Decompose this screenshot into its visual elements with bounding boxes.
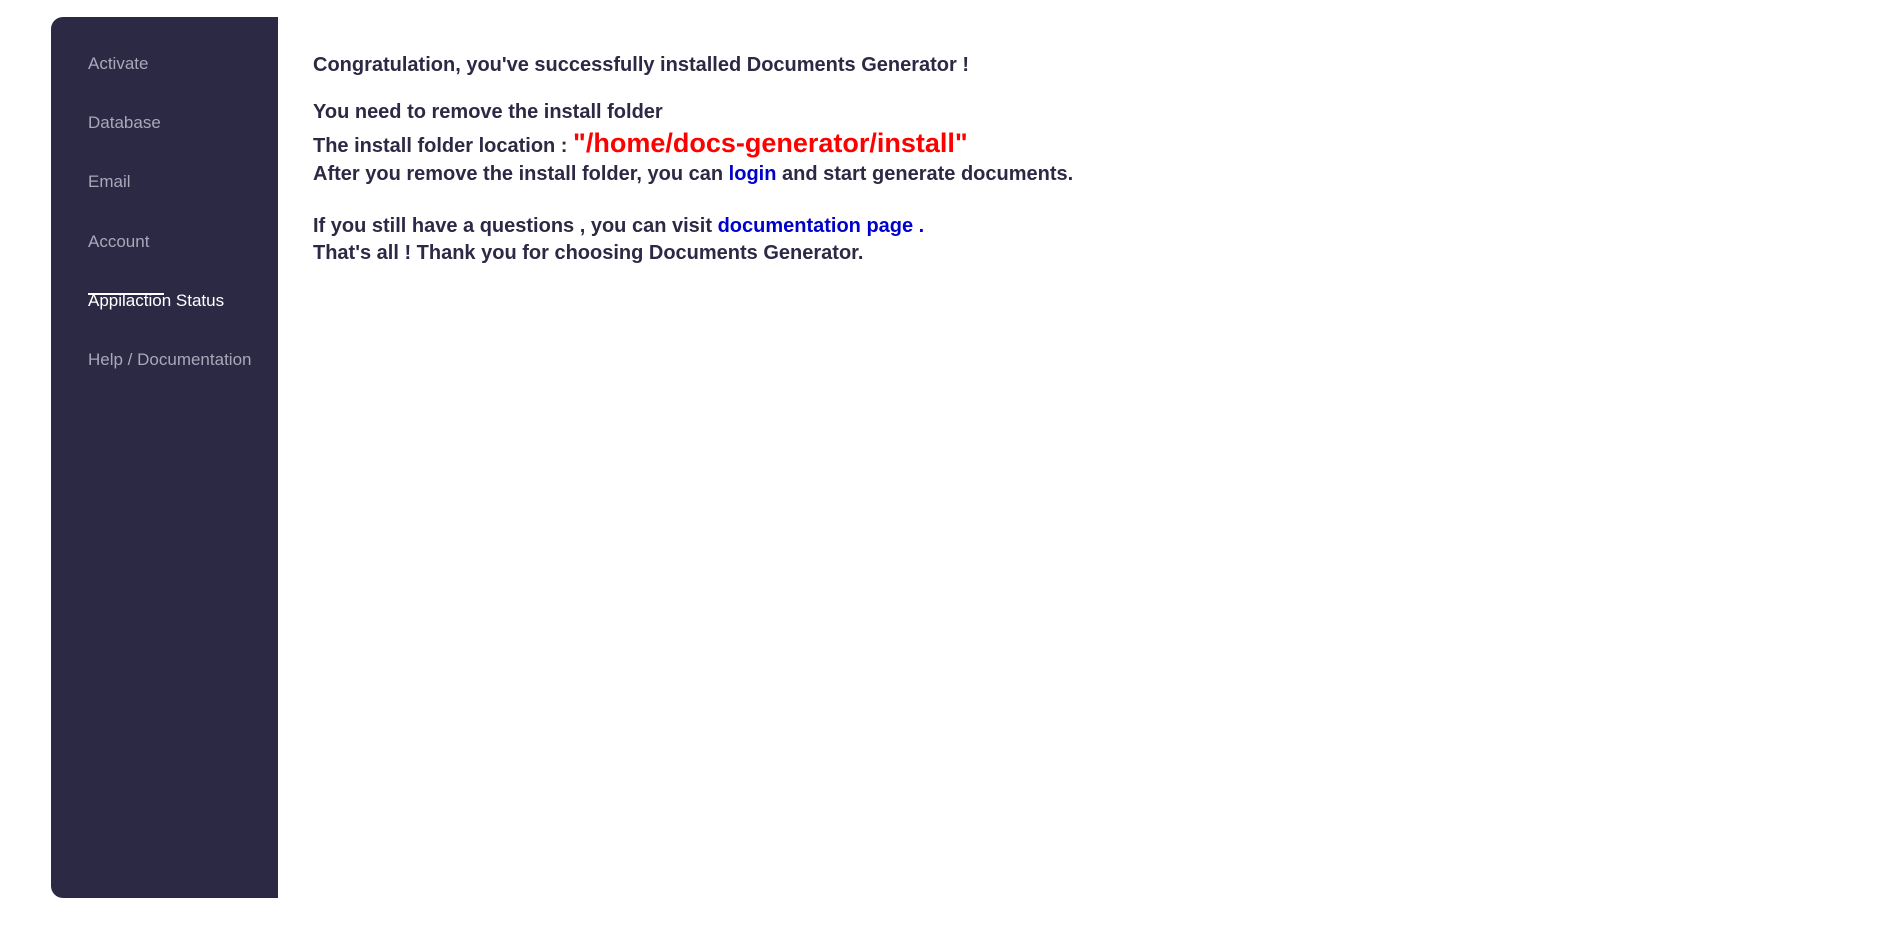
after-remove-line: After you remove the install folder, you…	[313, 163, 1073, 186]
sidebar-item-email[interactable]: Email	[88, 172, 131, 192]
sidebar-item-activate[interactable]: Activate	[88, 54, 148, 74]
active-item-underline	[88, 293, 164, 295]
sidebar-item-database[interactable]: Database	[88, 113, 161, 133]
sidebar: Activate Database Email Account Appilact…	[51, 17, 278, 898]
thanks-message: That's all ! Thank you for choosing Docu…	[313, 242, 864, 264]
congrats-message: Congratulation, you've successfully inst…	[313, 54, 970, 76]
login-link[interactable]: login	[729, 163, 777, 185]
remove-notice: You need to remove the install folder	[313, 101, 663, 123]
sidebar-item-account[interactable]: Account	[88, 232, 149, 252]
sidebar-item-help-documentation[interactable]: Help / Documentation	[88, 350, 251, 370]
after-remove-prefix: After you remove the install folder, you…	[313, 163, 724, 185]
install-location-line: The install folder location : "/home/doc…	[313, 128, 968, 159]
questions-line: If you still have a questions , you can …	[313, 215, 924, 238]
documentation-link[interactable]: documentation page .	[718, 215, 925, 237]
install-location-label: The install folder location :	[313, 135, 568, 157]
after-remove-suffix: and start generate documents.	[782, 163, 1074, 185]
questions-prefix: If you still have a questions , you can …	[313, 215, 712, 237]
install-folder-path: "/home/docs-generator/install"	[573, 128, 968, 158]
